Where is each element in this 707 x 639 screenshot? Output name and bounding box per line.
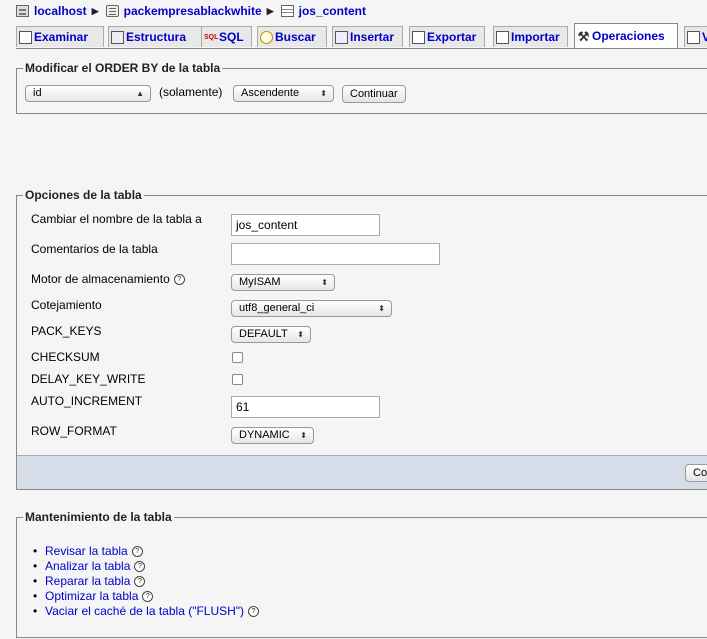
engine-value: MyISAM bbox=[239, 276, 281, 288]
order-by-column-value: id bbox=[33, 87, 42, 99]
export-icon bbox=[412, 30, 425, 44]
breadcrumb-server[interactable]: localhost bbox=[34, 4, 87, 18]
tab-exportar[interactable]: Exportar bbox=[409, 26, 485, 47]
breadcrumb-separator-icon: ▶ bbox=[91, 5, 99, 16]
tab-estructura[interactable]: Estructura bbox=[108, 26, 208, 47]
server-icon bbox=[16, 5, 29, 17]
tab-vaciar[interactable]: V bbox=[684, 26, 707, 47]
order-direction-select[interactable]: Ascendente ⬍ bbox=[233, 85, 334, 102]
order-direction-value: Ascendente bbox=[241, 87, 300, 99]
order-by-legend: Modificar el ORDER BY de la tabla bbox=[23, 61, 223, 75]
collation-label: Cotejamiento bbox=[31, 298, 102, 312]
breadcrumb: localhost ▶ packempresablackwhite ▶ jos_… bbox=[16, 2, 366, 20]
optimize-table-link[interactable]: Optimizar la tabla bbox=[45, 589, 138, 603]
repair-table-link[interactable]: Reparar la tabla bbox=[45, 574, 130, 588]
select-arrows-icon: ▲ bbox=[136, 89, 144, 98]
operations-icon: ⚒ bbox=[577, 28, 590, 44]
engine-label: Motor de almacenamiento? bbox=[31, 272, 185, 286]
list-item: Analizar la tabla? bbox=[33, 559, 259, 574]
comments-label: Comentarios de la tabla bbox=[31, 242, 158, 256]
tab-label: Importar bbox=[511, 30, 560, 44]
collation-select[interactable]: utf8_general_ci ⬍ bbox=[231, 300, 392, 317]
engine-label-text: Motor de almacenamiento bbox=[31, 272, 170, 286]
help-icon[interactable]: ? bbox=[134, 561, 146, 573]
import-icon bbox=[496, 30, 509, 44]
table-options-legend: Opciones de la tabla bbox=[23, 188, 144, 202]
rename-label: Cambiar el nombre de la tabla a bbox=[31, 212, 202, 226]
search-icon bbox=[260, 30, 273, 44]
tab-examinar[interactable]: Examinar bbox=[16, 26, 104, 47]
order-by-column-select[interactable]: id ▲ bbox=[25, 85, 151, 102]
engine-select[interactable]: MyISAM ⬍ bbox=[231, 274, 335, 291]
list-item: Revisar la tabla? bbox=[33, 544, 259, 559]
tab-label: V bbox=[702, 30, 707, 44]
help-icon[interactable]: ? bbox=[134, 576, 146, 588]
tab-sql[interactable]: SQL SQL bbox=[201, 26, 252, 47]
help-icon[interactable]: ? bbox=[142, 591, 154, 603]
breadcrumb-database[interactable]: packempresablackwhite bbox=[124, 4, 262, 18]
check-table-link[interactable]: Revisar la tabla bbox=[45, 544, 128, 558]
help-icon[interactable]: ? bbox=[173, 274, 185, 286]
tab-buscar[interactable]: Buscar bbox=[257, 26, 327, 47]
tab-label: Buscar bbox=[275, 30, 316, 44]
help-icon[interactable]: ? bbox=[131, 546, 143, 558]
tab-label: Insertar bbox=[350, 30, 395, 44]
tab-bar: Examinar Estructura SQL SQL Buscar Inser… bbox=[16, 23, 707, 49]
auto-increment-input[interactable]: 61 bbox=[231, 396, 380, 418]
tab-label: Operaciones bbox=[592, 29, 665, 43]
maintenance-legend: Mantenimiento de la tabla bbox=[23, 510, 174, 524]
table-icon bbox=[280, 5, 294, 17]
tab-label: SQL bbox=[219, 30, 244, 44]
select-arrows-icon: ⬍ bbox=[320, 89, 327, 98]
tab-importar[interactable]: Importar bbox=[493, 26, 568, 47]
table-options-fieldset: Opciones de la tabla Cambiar el nombre d… bbox=[16, 188, 707, 490]
help-icon[interactable]: ? bbox=[248, 606, 260, 618]
table-options-footer: Cor bbox=[17, 455, 707, 489]
flush-table-link[interactable]: Vaciar el caché de la tabla ("FLUSH") bbox=[45, 604, 244, 618]
order-by-continue-button[interactable]: Continuar bbox=[342, 85, 406, 103]
only-label: (solamente) bbox=[159, 85, 223, 99]
list-item: Optimizar la tabla? bbox=[33, 589, 259, 604]
list-item: Vaciar el caché de la tabla ("FLUSH")? bbox=[33, 604, 260, 619]
analyze-table-link[interactable]: Analizar la tabla bbox=[45, 559, 130, 573]
pack-keys-select[interactable]: DEFAULT ⬍ bbox=[231, 326, 311, 343]
collation-value: utf8_general_ci bbox=[239, 302, 315, 314]
checksum-label: CHECKSUM bbox=[31, 350, 100, 364]
order-by-fieldset: Modificar el ORDER BY de la tabla id ▲ (… bbox=[16, 61, 707, 114]
table-options-continue-button[interactable]: Cor bbox=[685, 464, 707, 482]
tab-label: Examinar bbox=[34, 30, 89, 44]
comments-input[interactable] bbox=[231, 243, 440, 265]
pack-keys-value: DEFAULT bbox=[239, 328, 288, 340]
delay-key-write-label: DELAY_KEY_WRITE bbox=[31, 372, 146, 386]
select-arrows-icon: ⬍ bbox=[300, 431, 307, 440]
row-format-label: ROW_FORMAT bbox=[31, 424, 117, 438]
insert-icon bbox=[335, 30, 348, 44]
tab-operaciones[interactable]: ⚒ Operaciones bbox=[574, 23, 678, 48]
row-format-value: DYNAMIC bbox=[239, 429, 290, 441]
delay-key-write-checkbox[interactable] bbox=[232, 374, 243, 385]
structure-icon bbox=[111, 30, 124, 44]
sql-icon: SQL bbox=[204, 33, 219, 41]
empty-icon bbox=[687, 30, 700, 44]
tab-label: Estructura bbox=[126, 30, 187, 44]
rename-input[interactable]: jos_content bbox=[231, 214, 380, 236]
select-arrows-icon: ⬍ bbox=[378, 304, 385, 313]
tab-label: Exportar bbox=[427, 30, 477, 44]
breadcrumb-separator-icon: ▶ bbox=[266, 5, 274, 16]
select-arrows-icon: ⬍ bbox=[321, 278, 328, 287]
list-item: Reparar la tabla? bbox=[33, 574, 259, 589]
select-arrows-icon: ⬍ bbox=[297, 330, 304, 339]
auto-increment-label: AUTO_INCREMENT bbox=[31, 394, 143, 408]
tab-insertar[interactable]: Insertar bbox=[332, 26, 403, 47]
database-icon bbox=[105, 5, 119, 17]
maintenance-list: Revisar la tabla? Analizar la tabla? Rep… bbox=[33, 544, 260, 619]
row-format-select[interactable]: DYNAMIC ⬍ bbox=[231, 427, 314, 444]
pack-keys-label: PACK_KEYS bbox=[31, 324, 102, 338]
checksum-checkbox[interactable] bbox=[232, 352, 243, 363]
browse-icon bbox=[19, 30, 32, 44]
breadcrumb-table[interactable]: jos_content bbox=[299, 4, 366, 18]
